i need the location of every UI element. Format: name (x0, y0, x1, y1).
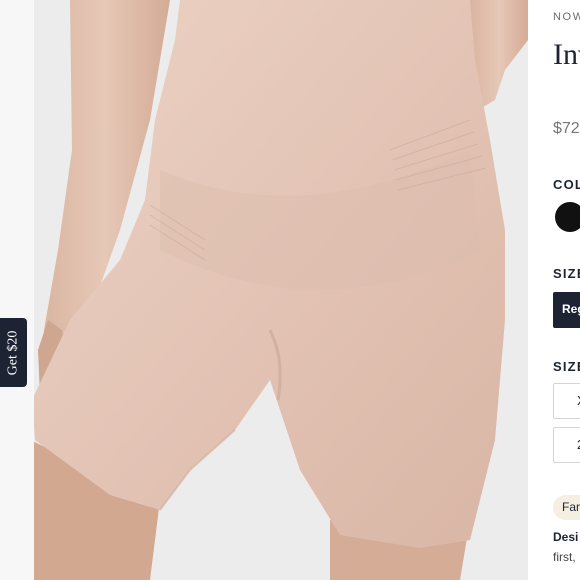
color-section-label: COL (553, 177, 580, 192)
fit-option-regular[interactable]: Reg (553, 292, 580, 328)
product-title: Inv Mi (553, 38, 580, 71)
product-photo (0, 0, 528, 580)
promo-tab-label: Get $20 (5, 330, 21, 375)
size-section-label: SIZE (553, 359, 580, 374)
product-eyebrow: NOW (553, 11, 580, 23)
color-swatch-black[interactable] (555, 202, 580, 232)
size-option-2[interactable]: 2 (553, 427, 580, 463)
size-option-1[interactable]: X (553, 383, 580, 419)
fit-info-badge[interactable]: Far (553, 495, 580, 520)
fit-section-label: SIZE (553, 266, 580, 281)
get-20-promo-tab[interactable]: Get $20 (0, 318, 27, 387)
product-details-panel: NOW Inv Mi $72 COL SIZE Reg SIZE X 2 Far… (528, 0, 580, 580)
gallery-edge (0, 0, 34, 580)
product-price: $72 (553, 120, 580, 137)
product-image-gallery[interactable]: Get $20 (0, 0, 528, 580)
description-text: first, (553, 550, 576, 564)
description-heading: Desi (553, 530, 579, 544)
